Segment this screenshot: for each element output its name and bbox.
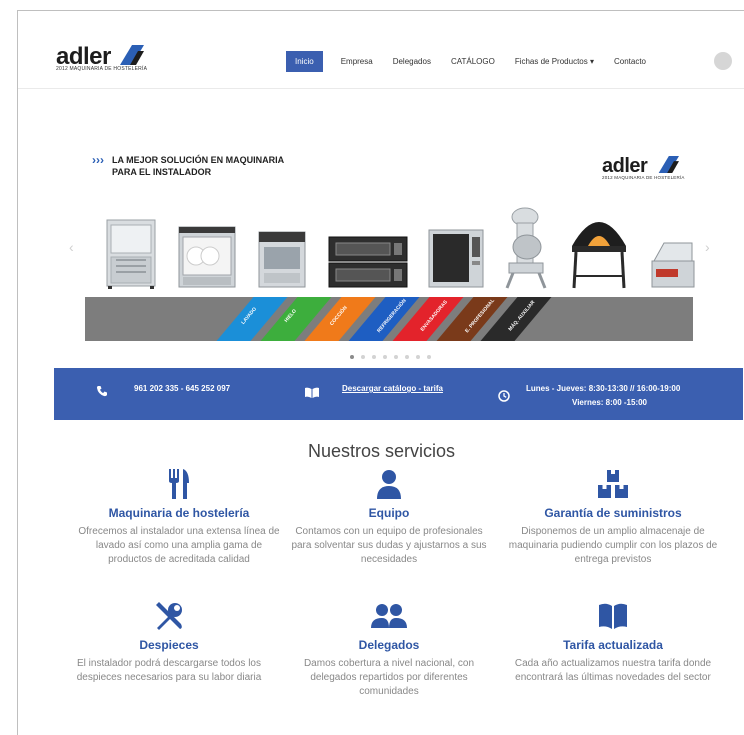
avatar[interactable]	[714, 52, 732, 70]
nav-item-empresa[interactable]: Empresa	[341, 51, 373, 72]
logo-tagline: 2012 MAQUINARIA DE HOSTELERÍA	[56, 66, 148, 72]
slide-heading: ››› LA MEJOR SOLUCIÓN EN MAQUINARIA PARA…	[92, 154, 284, 178]
service-garantia: Garantía de suministros Disponemos de un…	[508, 469, 718, 567]
product-lineup	[106, 204, 696, 289]
logo-mark-icon	[120, 45, 144, 65]
category-strip: LAVADO HIELO COCCIÓN REFRIGERACIÓN ENVASADOR…	[85, 297, 693, 341]
chevrons-icon: ›››	[92, 153, 104, 167]
phone-icon	[96, 386, 107, 397]
refrigerator-image	[106, 219, 156, 289]
dishwasher-image	[178, 226, 236, 288]
ice-maker-image	[258, 231, 306, 288]
clock-icon	[498, 390, 510, 402]
service-title: Despieces	[139, 638, 199, 652]
nav-item-catalogo[interactable]: CATÁLOGO	[451, 51, 495, 72]
service-title: Maquinaria de hostelería	[108, 506, 250, 520]
wood-oven-image	[572, 222, 626, 289]
mixer-image	[505, 207, 547, 289]
service-title: Tarifa actualizada	[563, 638, 663, 652]
service-desc: El instalador podrá descargarse todos lo…	[76, 658, 262, 683]
phone-numbers: 961 202 335 - 645 252 097	[134, 384, 231, 393]
slider-next-arrow-icon[interactable]: ›	[705, 239, 710, 255]
service-maquinaria: Maquinaria de hostelería Ofrecemos al in…	[74, 469, 284, 567]
service-desc: Disponemos de un amplio almacenaje de ma…	[508, 526, 718, 565]
pizza-oven-image	[328, 236, 408, 288]
user-icon	[377, 470, 401, 499]
slide-heading-line1: LA MEJOR SOLUCIÓN EN MAQUINARIA	[112, 155, 285, 165]
slider-prev-arrow-icon[interactable]: ‹	[69, 239, 74, 255]
service-despieces: Despieces El instalador podrá descargars…	[64, 601, 274, 685]
slider-dot[interactable]	[405, 355, 409, 359]
service-title: Delegados	[358, 638, 420, 652]
nav-item-fichas-productos[interactable]: Fichas de Productos ▾	[515, 51, 594, 72]
slider-dots	[350, 355, 438, 359]
info-bar: 961 202 335 - 645 252 097 Descargar catá…	[54, 368, 743, 420]
nav-item-contacto[interactable]: Contacto	[614, 51, 646, 72]
service-desc: Contamos con un equipo de profesionales …	[291, 526, 487, 565]
site-logo[interactable]: adler 2012 MAQUINARIA DE HOSTELERÍA	[56, 43, 156, 79]
book-icon	[599, 603, 627, 629]
nav-item-delegados[interactable]: Delegados	[393, 51, 431, 72]
slider-dot[interactable]	[427, 355, 431, 359]
slider-dot[interactable]	[361, 355, 365, 359]
service-desc: Cada año actualizamos nuestra tarifa don…	[514, 658, 712, 683]
service-title: Equipo	[368, 506, 410, 520]
slider-dot[interactable]	[416, 355, 420, 359]
service-equipo: Equipo Contamos con un equipo de profesi…	[284, 469, 494, 567]
services-title: Nuestros servicios	[307, 441, 456, 461]
hours-friday: Viernes: 8:00 -15:00	[572, 398, 648, 407]
service-desc: Damos cobertura a nivel nacional, con de…	[303, 658, 475, 697]
combi-oven-image	[428, 229, 484, 288]
slider-dot[interactable]	[394, 355, 398, 359]
service-tarifa: Tarifa actualizada Cada año actualizamos…	[508, 601, 718, 685]
slider-dot[interactable]	[372, 355, 376, 359]
slider-dot[interactable]	[350, 355, 354, 359]
service-title: Garantía de suministros	[544, 506, 682, 520]
page-frame: adler 2012 MAQUINARIA DE HOSTELERÍA Inic…	[17, 10, 744, 735]
book-icon	[305, 387, 319, 398]
slide-logo-tagline: 2012 MAQUINARIA DE HOSTELERÍA	[602, 175, 685, 180]
main-nav: Inicio Empresa Delegados CATÁLOGO Fichas…	[286, 51, 666, 72]
download-catalog-link[interactable]: Descargar catálogo - tarifa	[342, 384, 443, 393]
service-desc: Ofrecemos al instalador una extensa líne…	[78, 526, 280, 565]
boxes-icon	[598, 470, 628, 498]
hours-weekdays: Lunes - Jueves: 8:30-13:30 // 16:00-19:0…	[526, 384, 681, 393]
slider-dot[interactable]	[383, 355, 387, 359]
tools-icon	[156, 602, 182, 630]
slide-heading-line2: PARA EL INSTALADOR	[112, 167, 212, 177]
service-delegados: Delegados Damos cobertura a nivel nacion…	[284, 601, 494, 699]
slide-logo-mark-icon	[658, 156, 679, 173]
utensils-icon	[169, 469, 189, 499]
site-header: adler 2012 MAQUINARIA DE HOSTELERÍA Inic…	[18, 11, 744, 89]
slide-logo: adler 2012 MAQUINARIA DE HOSTELERÍA	[602, 155, 692, 189]
vacuum-sealer-image	[651, 242, 695, 288]
users-icon	[371, 604, 407, 628]
hero-slider: ››› LA MEJOR SOLUCIÓN EN MAQUINARIA PARA…	[54, 151, 714, 366]
nav-item-inicio[interactable]: Inicio	[286, 51, 323, 72]
